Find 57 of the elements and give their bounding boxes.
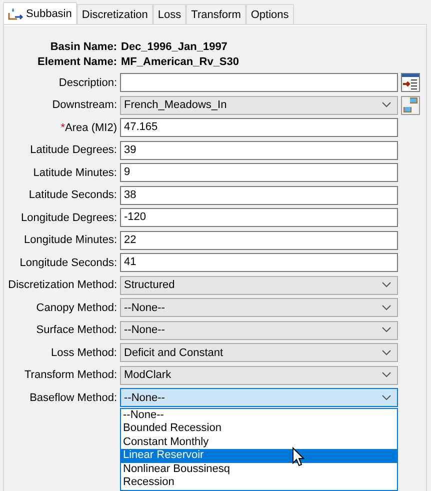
field-label: Canopy Method: [36, 302, 117, 314]
chevron-down-icon [382, 327, 391, 333]
info-label: Basin Name: [49, 40, 118, 52]
chevron-down-icon [382, 304, 391, 310]
field-label: Longitude Minutes: [24, 234, 117, 246]
input-field[interactable]: 22 [120, 230, 398, 250]
field-label: Discretization Method: [8, 279, 117, 291]
dropdown[interactable]: Structured [120, 276, 398, 294]
chevron-down-icon [382, 372, 391, 378]
field-label: Baseflow Method: [30, 392, 117, 404]
required-mark: * [60, 122, 66, 134]
dropdown-option[interactable]: Recession [121, 476, 397, 490]
dropdown[interactable]: --None-- [120, 320, 398, 340]
chevron-down-icon [382, 350, 391, 356]
basin-icon [8, 6, 24, 20]
input-field[interactable]: 47.165 [120, 118, 398, 137]
dropdown[interactable]: --None-- [120, 298, 398, 317]
field-label: Latitude Minutes: [33, 166, 117, 178]
field-label: Longitude Degrees: [20, 212, 117, 224]
field-label: Longitude Seconds: [20, 256, 117, 268]
dropdown-option[interactable]: Nonlinear Boussinesq [121, 462, 397, 476]
info-label: Element Name: [36, 56, 118, 68]
field-label: Latitude Seconds: [28, 189, 117, 201]
dropdown-option[interactable]: Bounded Recession [121, 422, 397, 436]
field-label: Area (MI2) [65, 122, 117, 134]
dropdown-option[interactable]: Constant Monthly [121, 436, 397, 450]
tab[interactable]: Options [246, 4, 294, 24]
selector-icon[interactable] [401, 96, 420, 114]
info-value: MF_American_Rv_S30 [121, 56, 240, 68]
mouse-cursor-icon [292, 447, 305, 467]
field-label: Downstream: [52, 99, 117, 111]
dropdown-option[interactable]: Linear Reservoir [121, 449, 397, 463]
field-label: Latitude Degrees: [30, 144, 117, 156]
dropdown[interactable]: --None-- [120, 388, 398, 407]
input-field[interactable]: 41 [120, 253, 398, 272]
tab[interactable]: Transform [186, 4, 246, 24]
editor-icon[interactable] [401, 73, 420, 92]
dropdown[interactable]: ModClark [120, 366, 398, 384]
tab[interactable]: Subbasin [3, 2, 77, 24]
field-label: Loss Method: [50, 346, 117, 358]
tab[interactable]: Discretization [76, 4, 153, 24]
info-value: Dec_1996_Jan_1997 [121, 40, 228, 52]
input-field[interactable]: 39 [120, 140, 398, 160]
field-label: Transform Method: [24, 369, 117, 381]
field-label: Surface Method: [36, 324, 117, 336]
chevron-down-icon [382, 394, 391, 400]
dropdown-option[interactable]: --None-- [121, 408, 397, 422]
input-field[interactable]: -120 [120, 208, 398, 227]
field-label: Description: [58, 76, 117, 88]
dropdown[interactable]: Deficit and Constant [120, 343, 398, 362]
input-field[interactable] [120, 73, 398, 92]
input-field[interactable]: 9 [120, 163, 398, 182]
chevron-down-icon [382, 102, 391, 108]
tab[interactable]: Loss [152, 4, 186, 24]
chevron-down-icon [382, 282, 391, 288]
dropdown[interactable]: French_Meadows_In [120, 96, 398, 114]
input-field[interactable]: 38 [120, 186, 398, 204]
